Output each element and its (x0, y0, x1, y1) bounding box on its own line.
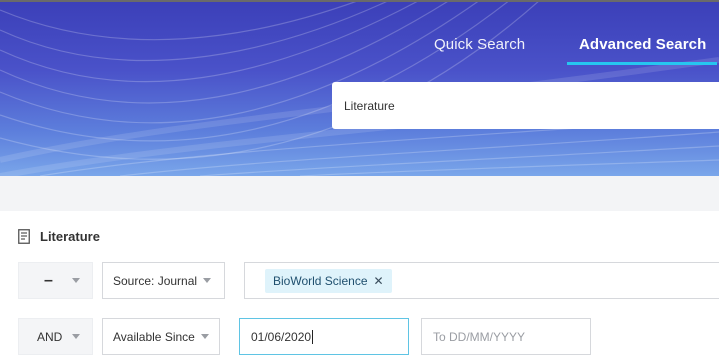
search-input[interactable]: Literature (332, 82, 719, 129)
tab-quick-search[interactable]: Quick Search (434, 36, 525, 53)
field-select-row2[interactable]: Available Since (102, 318, 220, 355)
document-icon (18, 229, 30, 244)
chevron-down-icon (72, 334, 80, 339)
close-icon[interactable]: ✕ (374, 274, 384, 288)
date-from-value: 01/06/2020 (251, 329, 312, 344)
operator-value: AND (37, 329, 63, 344)
section-header: Literature (18, 229, 100, 244)
date-to-placeholder: To DD/MM/YYYY (433, 329, 526, 344)
date-to-input[interactable]: To DD/MM/YYYY (421, 318, 591, 355)
operator-value: – (44, 271, 53, 289)
search-input-value: Literature (344, 98, 395, 113)
field-select-value: Available Since (113, 329, 195, 344)
chevron-down-icon (72, 278, 80, 283)
tab-advanced-search[interactable]: Advanced Search (579, 36, 706, 53)
chip-label: BioWorld Science (273, 273, 368, 288)
toolbar-band (0, 176, 719, 211)
text-cursor (312, 329, 314, 344)
field-select-row1[interactable]: Source: Journal (102, 262, 225, 299)
chevron-down-icon (203, 278, 212, 283)
active-tab-indicator (567, 62, 717, 65)
operator-select-row2[interactable]: AND (18, 318, 93, 355)
value-chip-field[interactable]: BioWorld Science ✕ (244, 262, 719, 299)
source-chip: BioWorld Science ✕ (265, 268, 392, 293)
operator-select-row1[interactable]: – (18, 262, 93, 299)
chevron-down-icon (200, 334, 209, 339)
field-select-value: Source: Journal (113, 273, 198, 288)
top-border (0, 0, 719, 2)
date-from-input[interactable]: 01/06/2020 (239, 318, 409, 355)
section-title: Literature (40, 229, 100, 244)
